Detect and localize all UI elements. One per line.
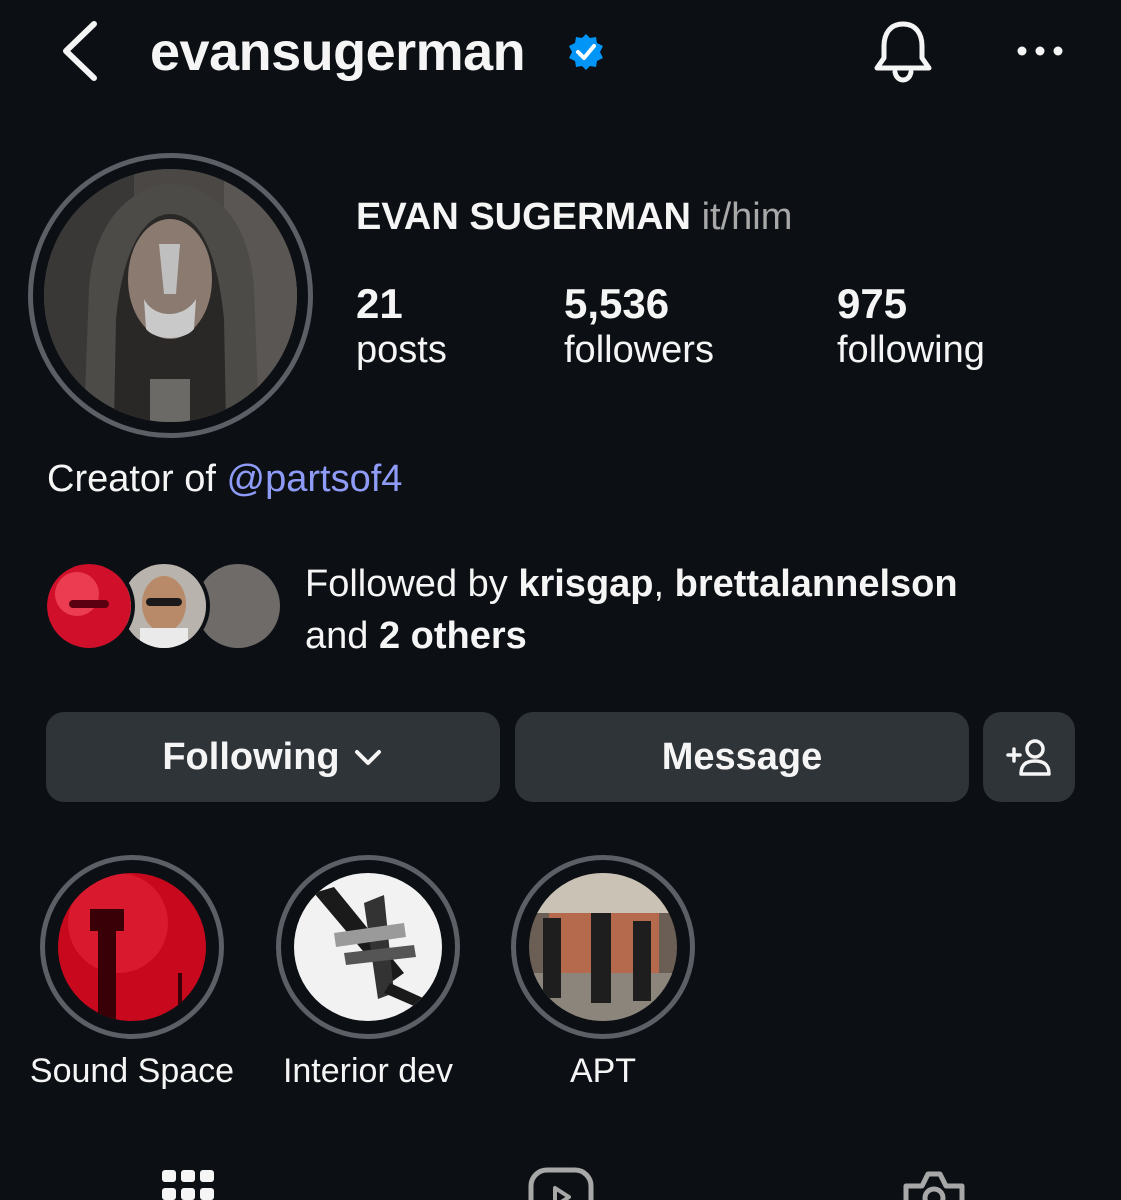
- followed-by-user-1[interactable]: krisgap: [518, 563, 653, 605]
- followed-by-user-2[interactable]: brettalannelson: [675, 563, 958, 605]
- back-icon[interactable]: [52, 18, 112, 84]
- chevron-down-icon: [354, 750, 381, 765]
- pronouns: it/him: [701, 196, 793, 238]
- tagged-icon[interactable]: [900, 1166, 968, 1200]
- reels-icon[interactable]: [527, 1166, 595, 1200]
- add-user-button[interactable]: [983, 712, 1075, 802]
- posts-label: posts: [356, 329, 447, 371]
- verified-badge-icon: [569, 34, 603, 70]
- profile-avatar[interactable]: [44, 169, 297, 422]
- followed-by-text[interactable]: Followed by krisgap, brettalannelson and…: [305, 558, 958, 662]
- following-button[interactable]: Following: [46, 712, 500, 802]
- highlight-label-2: Interior dev: [282, 1052, 454, 1090]
- highlight-apt[interactable]: [529, 873, 677, 1021]
- display-name-text: EVAN SUGERMAN: [356, 196, 691, 238]
- following-count: 975: [837, 280, 908, 327]
- bio: Creator of @partsof4: [47, 456, 402, 502]
- followed-by-prefix: Followed by: [305, 563, 508, 605]
- following-button-label: Following: [162, 735, 340, 778]
- more-horizontal-icon[interactable]: [1012, 36, 1068, 66]
- followed-by-others[interactable]: 2 others: [379, 615, 527, 657]
- followers-count: 5,536: [564, 280, 670, 327]
- stat-following[interactable]: 975 following: [837, 280, 985, 372]
- message-button[interactable]: Message: [515, 712, 969, 802]
- highlight-sound-space[interactable]: [58, 873, 206, 1021]
- posts-count: 21: [356, 280, 403, 327]
- display-name: EVAN SUGERMAN it/him: [356, 194, 792, 240]
- grid-icon[interactable]: [160, 1166, 216, 1200]
- highlight-interior-dev[interactable]: [294, 873, 442, 1021]
- highlight-label-1: Sound Space: [29, 1052, 235, 1090]
- mutual-avatar-1[interactable]: [43, 560, 135, 652]
- bell-icon[interactable]: [868, 18, 938, 84]
- stat-followers[interactable]: 5,536 followers: [564, 280, 714, 372]
- highlight-label-3: APT: [569, 1052, 637, 1090]
- add-person-icon: [1006, 739, 1051, 776]
- message-button-label: Message: [661, 735, 823, 778]
- bio-text: Creator of: [47, 458, 216, 500]
- followed-by-and: and: [305, 615, 369, 657]
- following-label: following: [837, 329, 985, 371]
- followed-by-separator: ,: [653, 563, 665, 605]
- bio-mention-link[interactable]: @partsof4: [227, 458, 403, 500]
- stat-posts[interactable]: 21 posts: [356, 280, 447, 372]
- followers-label: followers: [564, 329, 714, 371]
- profile-username: evansugerman: [150, 22, 526, 82]
